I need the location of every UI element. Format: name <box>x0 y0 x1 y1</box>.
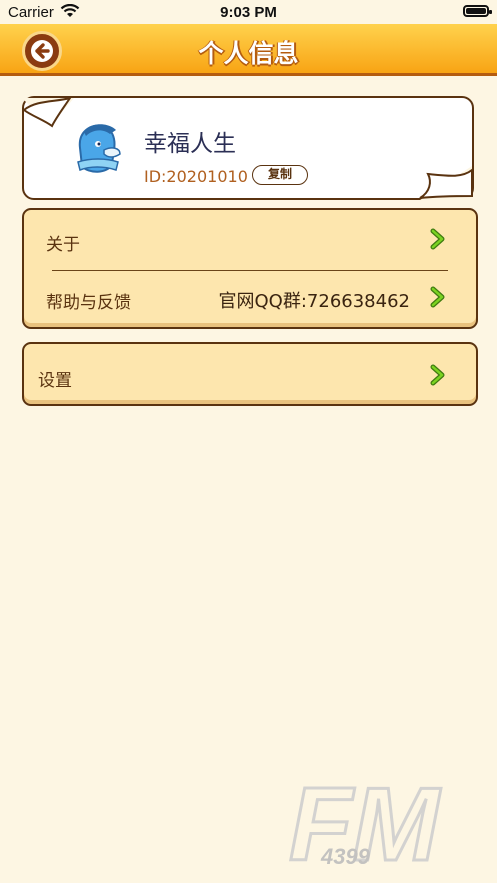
user-id: ID:20201010 <box>144 167 248 186</box>
page-title: 个人信息 <box>198 39 299 68</box>
status-time: 9:03 PM <box>220 4 277 21</box>
menu-item-label: 关于 <box>46 235 80 255</box>
nav-header: 个人信息 <box>0 24 497 76</box>
chevron-right-icon <box>430 364 445 386</box>
menu-item-settings[interactable]: 设置 <box>24 348 476 404</box>
menu-item-label: 帮助与反馈 <box>46 293 131 313</box>
fm-watermark-logo: FM 4399 <box>288 772 444 872</box>
username: 幸福人生 <box>144 131 236 157</box>
chevron-right-icon <box>430 286 445 308</box>
status-bar: Carrier 9:03 PM <box>0 0 497 24</box>
svg-text:4399: 4399 <box>320 844 371 869</box>
menu-item-label: 设置 <box>38 371 72 391</box>
menu-item-help-feedback[interactable]: 帮助与反馈 官网QQ群:726638462 <box>24 270 476 326</box>
copy-id-button[interactable]: 复制 <box>252 165 308 185</box>
battery-icon <box>463 5 492 17</box>
avatar <box>77 124 121 173</box>
chevron-right-icon <box>430 228 445 250</box>
menu-item-about[interactable]: 关于 <box>24 212 476 268</box>
page-fold-decoration <box>419 166 473 200</box>
profile-card: 幸福人生 ID:20201010 复制 <box>22 96 474 200</box>
menu-group-info: 关于 帮助与反馈 官网QQ群:726638462 <box>22 208 478 329</box>
menu-group-settings: 设置 <box>22 342 478 406</box>
qq-group-text: 官网QQ群:726638462 <box>218 291 410 312</box>
